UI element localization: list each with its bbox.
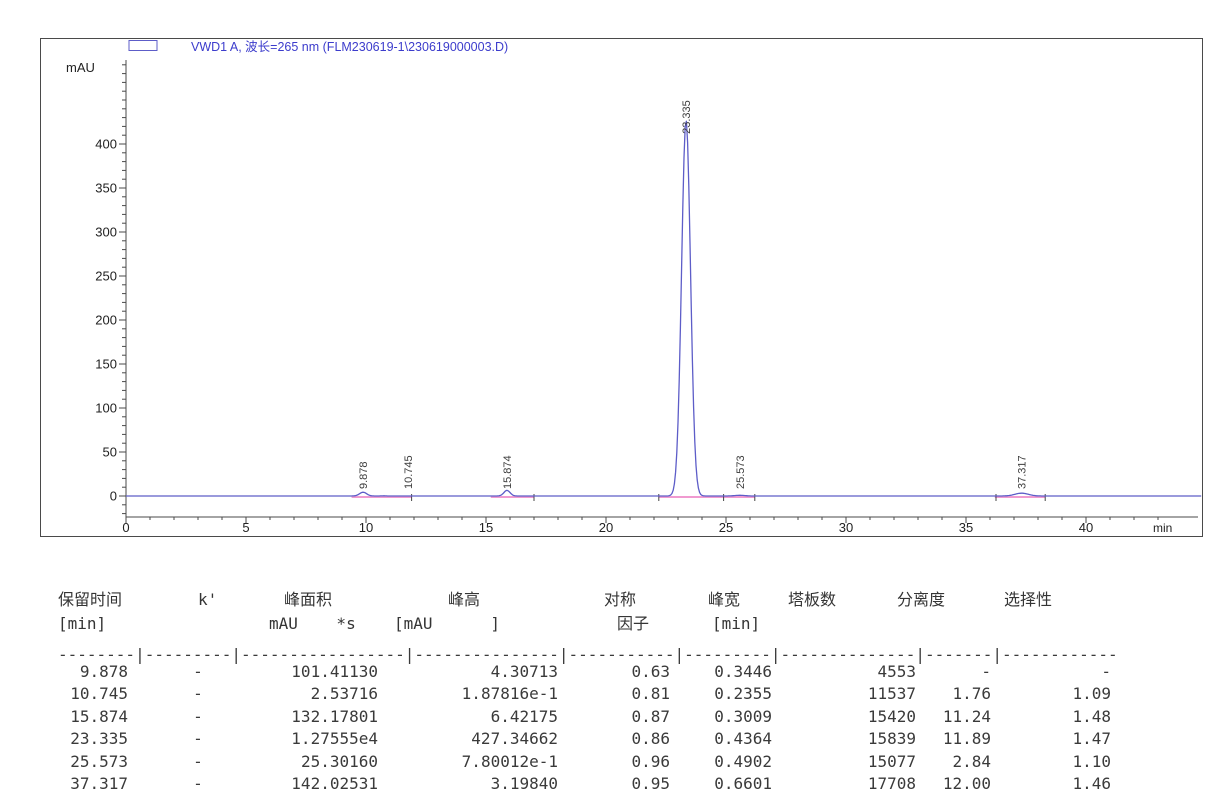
table-cell: 15.874 [58,706,128,728]
table-cell: 1.27555e4 [268,728,378,750]
table-cell: 10.745 [58,683,128,705]
table-cell: - [128,751,268,773]
table-header: 保留时间 [58,590,122,610]
table-header-unit: [min] [712,614,760,634]
table-cell: 132.17801 [268,706,378,728]
table-header-unit: [mAU ] [394,614,500,634]
table-cell: 0.86 [558,728,670,750]
table-cell: 1.87816e-1 [378,683,558,705]
table-cell: - [128,706,268,728]
table-cell: 6.42175 [378,706,558,728]
table-cell: 427.34662 [378,728,558,750]
table-cell: 1.47 [991,728,1111,750]
table-cell: 0.4902 [670,751,772,773]
table-cell: 23.335 [58,728,128,750]
table-cell: 0.95 [558,773,670,795]
table-cell: 0.81 [558,683,670,705]
table-cell: 11.24 [916,706,991,728]
table-header: 选择性 [1004,590,1052,610]
table-cell: 11537 [772,683,916,705]
table-cell: 0.3446 [670,661,772,683]
table-header: 峰高 [448,590,480,610]
table-header: 塔板数 [788,590,836,610]
table-cell: 0.4364 [670,728,772,750]
table-cell: 1.76 [916,683,991,705]
table-cell: 12.00 [916,773,991,795]
table-header-unit: mAU *s [269,614,356,634]
table-cell: 25.573 [58,751,128,773]
table-cell: 0.96 [558,751,670,773]
table-cell: 3.19840 [378,773,558,795]
table-cell: 0.2355 [670,683,772,705]
table-cell: 4.30713 [378,661,558,683]
table-cell: 0.6601 [670,773,772,795]
table-cell: 37.317 [58,773,128,795]
table-cell: 25.30160 [268,751,378,773]
table-cell: 17708 [772,773,916,795]
table-cell: 2.53716 [268,683,378,705]
table-header: 对称 [604,590,636,610]
table-cell: 0.63 [558,661,670,683]
table-rows: 9.878-101.411304.307130.630.34464553--10… [58,661,1111,795]
table-cell: 2.84 [916,751,991,773]
table-cell: - [128,728,268,750]
table-cell: 142.02531 [268,773,378,795]
table-cell: 1.46 [991,773,1111,795]
table-cell: - [991,661,1111,683]
table-cell: 1.09 [991,683,1111,705]
peak-table: 保留时间 k' 峰面积 峰高 对称 峰宽 塔板数 分离度 选择性 [min] mAU *s [mAU … [0,0,1210,804]
table-cell: 15839 [772,728,916,750]
table-header-unit: [min] [58,614,106,634]
table-cell: 0.87 [558,706,670,728]
table-cell: 1.48 [991,706,1111,728]
table-cell: - [128,661,268,683]
table-cell: 0.3009 [670,706,772,728]
table-cell: 7.80012e-1 [378,751,558,773]
table-header: 分离度 [897,590,945,610]
table-cell: 1.10 [991,751,1111,773]
table-header: 峰宽 [708,590,740,610]
table-cell: 11.89 [916,728,991,750]
table-cell: 15077 [772,751,916,773]
table-cell: 15420 [772,706,916,728]
table-cell: - [128,683,268,705]
table-header: k' [198,590,217,610]
table-cell: 4553 [772,661,916,683]
table-cell: - [916,661,991,683]
table-header: 峰面积 [284,590,332,610]
table-cell: 9.878 [58,661,128,683]
table-cell: - [128,773,268,795]
table-cell: 101.41130 [268,661,378,683]
table-header-unit: 因子 [617,614,649,634]
